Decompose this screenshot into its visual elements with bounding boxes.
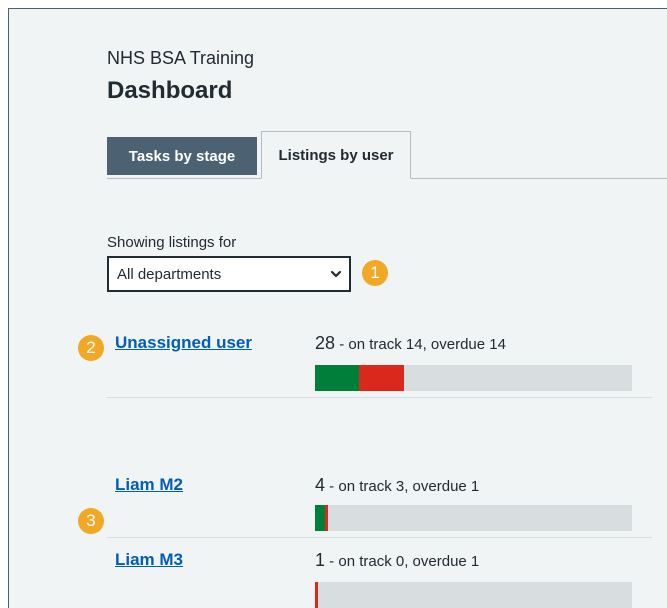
user-link-unassigned[interactable]: Unassigned user [115,333,252,353]
user-link-liam-m3[interactable]: Liam M3 [115,550,183,570]
department-select[interactable]: All departments [107,256,351,292]
overdue-segment [324,505,328,531]
user-total: 4 [315,475,326,495]
row-divider [107,397,652,398]
callout-badge-1: 1 [362,260,388,286]
user-summary: 4 - on track 3, overdue 1 [315,475,479,496]
org-name: NHS BSA Training [107,48,255,68]
row-divider [107,537,652,538]
overdue-segment [359,365,404,391]
page-title: Dashboard [107,77,233,104]
progress-bar [315,365,632,391]
department-select-value: All departments [117,265,222,283]
tab-listings-by-user[interactable]: Listings by user [261,131,411,179]
filter-label: Showing listings for [107,234,237,251]
user-summary: 28 - on track 14, overdue 14 [315,333,506,354]
user-total: 28 [315,333,336,353]
tab-tasks-by-stage[interactable]: Tasks by stage [107,137,257,175]
user-link-liam-m2[interactable]: Liam M2 [115,475,183,495]
user-detail: - on track 3, overdue 1 [325,478,480,495]
user-total: 1 [315,550,326,570]
callout-badge-3: 3 [78,508,104,534]
user-summary: 1 - on track 0, overdue 1 [315,550,479,571]
user-detail: - on track 14, overdue 14 [335,336,506,353]
progress-bar [315,582,632,608]
overdue-segment [315,582,319,608]
on-track-segment [315,365,360,391]
on-track-segment [315,505,325,531]
progress-bar [315,505,632,531]
user-detail: - on track 0, overdue 1 [325,553,480,570]
chevron-down-icon [330,270,342,278]
callout-badge-2: 2 [78,335,104,361]
